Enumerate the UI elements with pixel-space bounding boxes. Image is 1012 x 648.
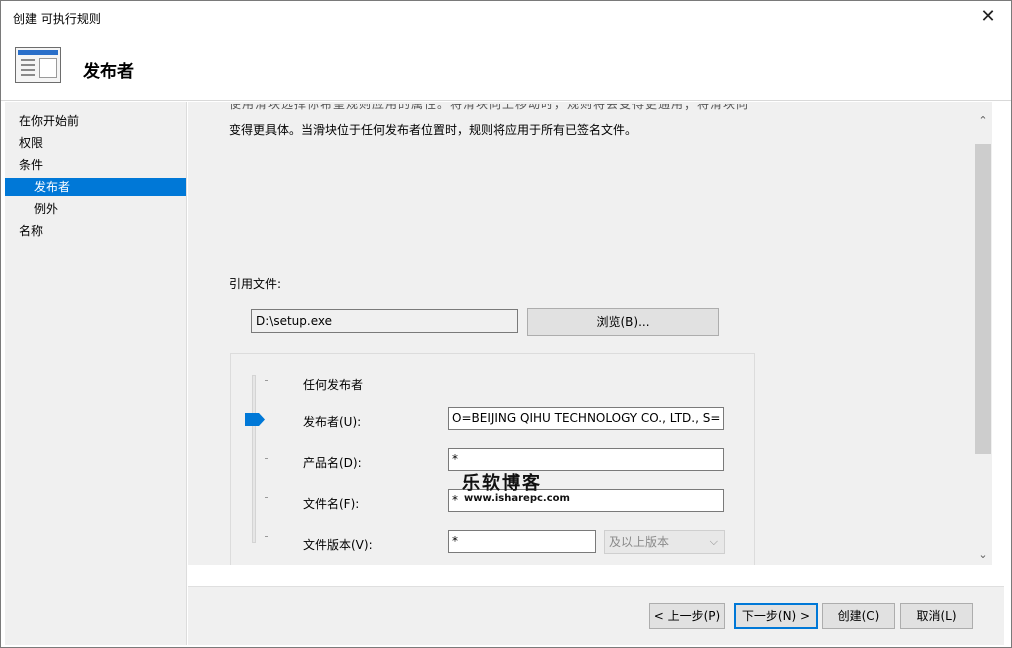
title-bar: 创建 可执行规则 ✕ xyxy=(1,1,1011,35)
wizard-window: 创建 可执行规则 ✕ 发布者 在你开始前 权限 条件 发布者 例外 名称 使用滑… xyxy=(0,0,1012,648)
publisher-content-panel: 使用滑块选择你希望规则应用的属性。将滑块向上移动时，规则将会变得更通用；将滑块向… xyxy=(188,102,974,565)
window-title: 创建 可执行规则 xyxy=(13,12,101,26)
description-text: 变得更具体。当滑块位于任何发布者位置时，规则将应用于所有已签名文件。 xyxy=(229,123,638,137)
product-name-field[interactable]: * xyxy=(448,448,724,471)
scope-slider-thumb[interactable] xyxy=(245,413,265,426)
file-name-label: 文件名(F): xyxy=(303,497,360,511)
next-button[interactable]: 下一步(N) > xyxy=(734,603,818,629)
rule-window-icon xyxy=(15,47,61,83)
version-scope-value: 及以上版本 xyxy=(609,535,670,549)
back-button[interactable]: < 上一步(P) xyxy=(649,603,725,629)
cancel-button[interactable]: 取消(L) xyxy=(900,603,973,629)
reference-file-field[interactable]: D:\setup.exe xyxy=(251,309,518,333)
watermark-logo: 乐软博客 www.isharepc.com xyxy=(448,469,572,509)
step-conditions[interactable]: 条件 xyxy=(5,156,186,174)
step-permissions[interactable]: 权限 xyxy=(5,134,186,152)
create-button[interactable]: 创建(C) xyxy=(822,603,895,629)
content-scrollbar[interactable]: ⌃ ⌄ xyxy=(974,102,992,565)
close-icon[interactable]: ✕ xyxy=(973,3,1003,31)
scope-slider-track[interactable] xyxy=(252,375,256,543)
slider-tick xyxy=(265,380,268,381)
reference-file-label: 引用文件: xyxy=(229,277,282,291)
product-name-label: 产品名(D): xyxy=(303,456,362,470)
scroll-up-icon[interactable]: ⌃ xyxy=(974,114,992,130)
file-version-label: 文件版本(V): xyxy=(303,538,373,552)
publisher-label: 发布者(U): xyxy=(303,415,362,429)
slider-tick xyxy=(265,536,268,537)
step-exceptions[interactable]: 例外 xyxy=(5,200,186,218)
description-scrolled-line: 使用滑块选择你希望规则应用的属性。将滑块向上移动时，规则将会变得更通用；将滑块向… xyxy=(229,104,749,111)
slider-tick xyxy=(265,458,268,459)
scroll-thumb[interactable] xyxy=(975,144,991,454)
wizard-footer: < 上一步(P) 下一步(N) > 创建(C) 取消(L) xyxy=(188,586,1004,645)
step-before-you-begin[interactable]: 在你开始前 xyxy=(5,112,186,130)
wizard-header: 发布者 xyxy=(1,35,1011,101)
publisher-value-field[interactable]: O=BEIJING QIHU TECHNOLOGY CO., LTD., S= xyxy=(448,407,724,430)
scroll-down-icon[interactable]: ⌄ xyxy=(974,548,992,564)
chevron-down-icon: ⌵ xyxy=(709,535,718,548)
step-name[interactable]: 名称 xyxy=(5,222,186,240)
step-publisher[interactable]: 发布者 xyxy=(5,178,186,196)
watermark-title: 乐软博客 xyxy=(462,473,542,494)
watermark-url: www.isharepc.com xyxy=(464,493,570,504)
file-version-field[interactable]: * xyxy=(448,530,596,553)
browse-button[interactable]: 浏览(B)... xyxy=(527,308,719,336)
page-title: 发布者 xyxy=(83,62,134,82)
version-scope-dropdown[interactable]: 及以上版本 ⌵ xyxy=(604,530,725,554)
wizard-steps-sidebar: 在你开始前 权限 条件 发布者 例外 名称 xyxy=(5,102,187,645)
slider-tick xyxy=(265,497,268,498)
any-publisher-label: 任何发布者 xyxy=(303,378,364,392)
